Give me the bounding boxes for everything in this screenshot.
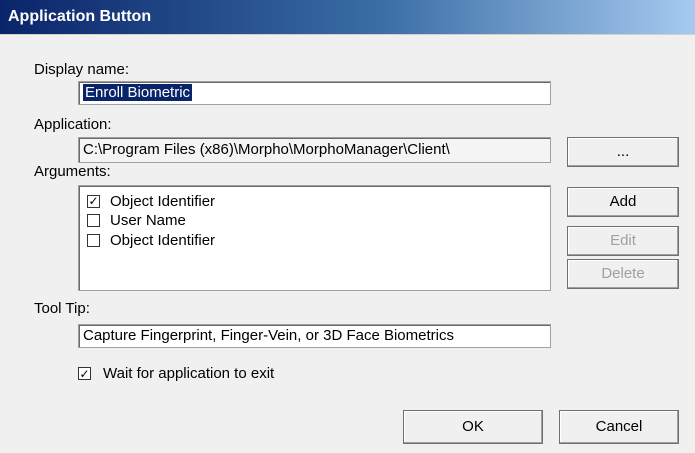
cancel-button[interactable]: Cancel [559, 410, 679, 444]
window-title: Application Button [8, 8, 152, 25]
checkbox-icon[interactable] [87, 233, 100, 247]
arguments-list[interactable]: ✓ Object Identifier User Name Object Ide… [78, 185, 551, 291]
arguments-label: Arguments: [34, 163, 111, 180]
argument-label: Object Identifier [110, 231, 216, 249]
argument-label: Object Identifier [110, 192, 216, 210]
wait-label: Wait for application to exit [103, 365, 275, 382]
tooltip-label: Tool Tip: [34, 300, 90, 317]
argument-label: User Name [110, 211, 186, 229]
add-button[interactable]: Add [567, 187, 679, 217]
title-bar: Application Button [0, 0, 695, 35]
display-name-field[interactable]: Enroll Biometric [78, 81, 551, 105]
checkbox-checked-icon[interactable]: ✓ [78, 367, 91, 380]
browse-button[interactable]: ... [567, 137, 679, 167]
delete-button[interactable]: Delete [567, 259, 679, 289]
checkbox-checked-icon[interactable]: ✓ [87, 194, 100, 208]
edit-button[interactable]: Edit [567, 226, 679, 256]
dialog-body: Display name: Enroll Biometric Applicati… [0, 35, 695, 453]
application-field[interactable]: C:\Program Files (x86)\Morpho\MorphoMana… [78, 137, 551, 163]
display-name-label: Display name: [34, 61, 130, 78]
list-item[interactable]: Object Identifier [87, 230, 215, 250]
checkbox-icon[interactable] [87, 213, 100, 227]
tooltip-field[interactable]: Capture Fingerprint, Finger-Vein, or 3D … [78, 324, 551, 348]
application-label: Application: [34, 116, 112, 133]
list-item[interactable]: ✓ Object Identifier [87, 191, 215, 211]
tooltip-value: Capture Fingerprint, Finger-Vein, or 3D … [83, 327, 454, 344]
application-value: C:\Program Files (x86)\Morpho\MorphoMana… [83, 141, 450, 158]
ok-button[interactable]: OK [403, 410, 543, 444]
wait-option[interactable]: ✓ Wait for application to exit [78, 365, 274, 382]
list-item[interactable]: User Name [87, 210, 186, 230]
display-name-value: Enroll Biometric [81, 83, 194, 102]
